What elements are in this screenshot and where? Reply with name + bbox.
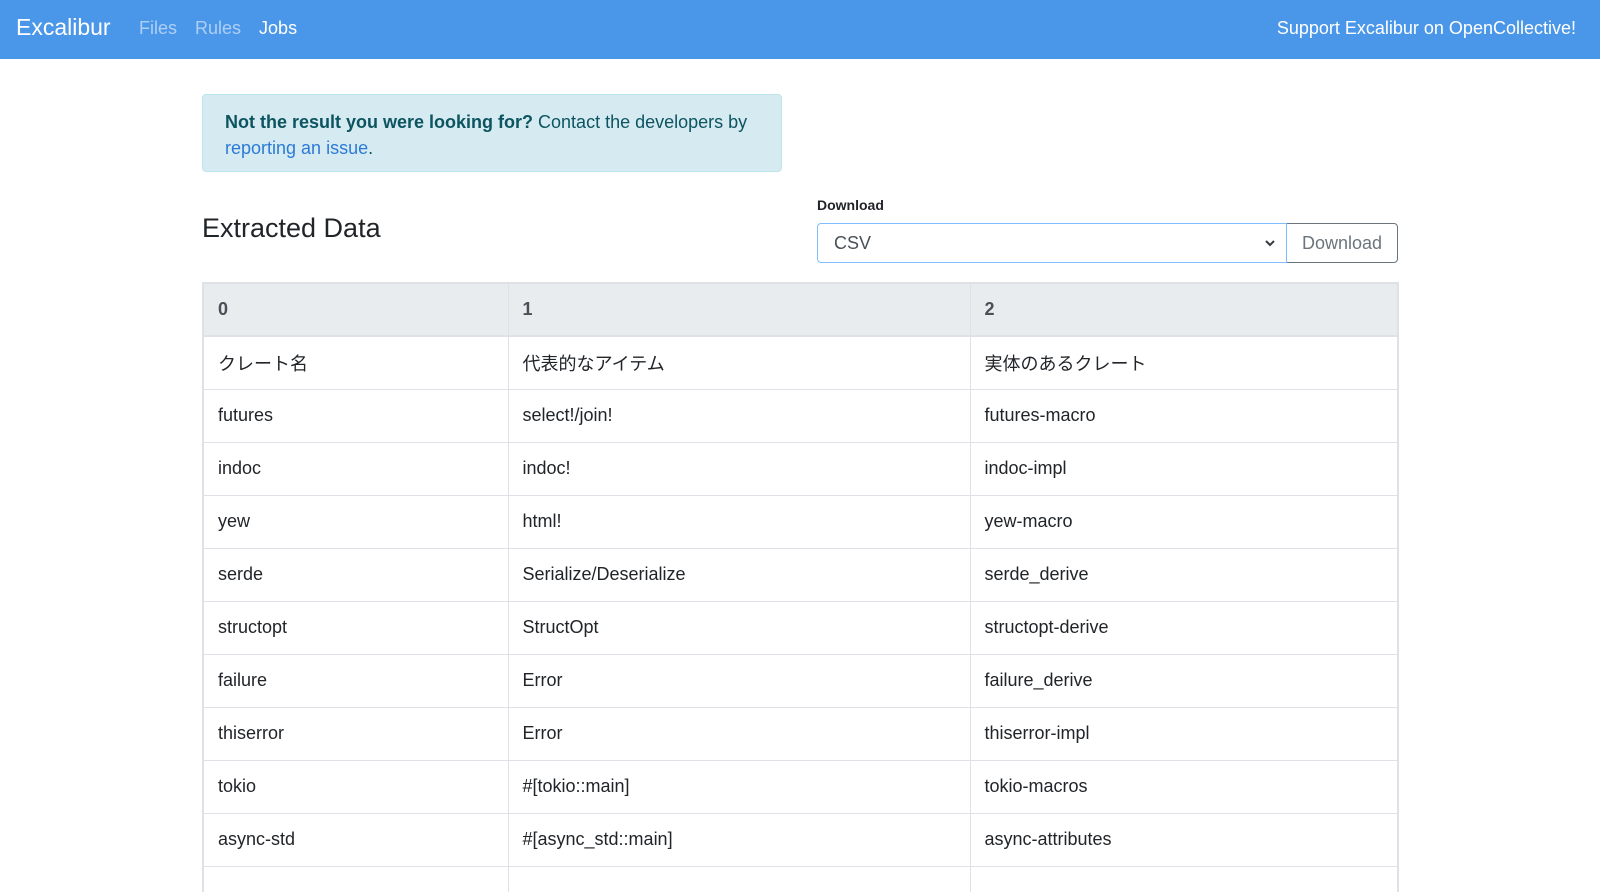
column-header: 0: [204, 284, 509, 337]
table-cell: #[tokio::main]: [508, 760, 971, 814]
column-header: 2: [970, 284, 1397, 337]
table-cell: failure_derive: [970, 654, 1397, 708]
table-cell: yew: [204, 495, 509, 549]
table-cell: async-attributes: [970, 813, 1397, 867]
top-navbar: Excalibur Files Rules Jobs Support Excal…: [0, 0, 1600, 59]
chevron-down-icon: [1265, 240, 1275, 247]
format-select[interactable]: CSV: [817, 223, 1287, 263]
table-row: クレート名 代表的なアイテム 実体のあるクレート: [204, 336, 1397, 390]
table-row: tokio #[tokio::main] tokio-macros: [204, 760, 1397, 814]
nav-links: Files Rules Jobs: [139, 18, 297, 39]
table-cell: #[async_std::main]: [508, 813, 971, 867]
table-cell: futures-macro: [970, 389, 1397, 443]
table-cell: futures: [204, 389, 509, 443]
alert-text: Contact the developers by: [533, 112, 748, 132]
table-cell: async-std: [204, 813, 509, 867]
alert-heading: Not the result you were looking for?: [225, 112, 534, 132]
table-cell: Error: [508, 654, 971, 708]
table-cell: [970, 866, 1397, 892]
alert-text-end: .: [368, 138, 374, 158]
format-select-value: CSV: [834, 232, 872, 253]
table-cell: thiserror-impl: [970, 707, 1397, 761]
nav-link-jobs[interactable]: Jobs: [259, 18, 297, 39]
table-cell: Serialize/Deserialize: [508, 548, 971, 602]
table-row: structopt StructOpt structopt-derive: [204, 601, 1397, 655]
table-row: yew html! yew-macro: [204, 495, 1397, 549]
info-alert: Not the result you were looking for? Con…: [202, 94, 782, 172]
report-issue-link[interactable]: reporting an issue: [225, 138, 368, 158]
table-cell: structopt: [204, 601, 509, 655]
table-row: thiserror Error thiserror-impl: [204, 707, 1397, 761]
table-cell: [204, 866, 509, 892]
table-cell: indoc-impl: [970, 442, 1397, 496]
nav-link-rules[interactable]: Rules: [195, 18, 241, 39]
table-cell: yew-macro: [970, 495, 1397, 549]
table-row: [204, 866, 1397, 892]
table-cell: [508, 866, 971, 892]
extracted-data-table: 0 1 2 クレート名 代表的なアイテム 実体のあるクレート futures s…: [202, 282, 1399, 892]
table-row: futures select!/join! futures-macro: [204, 389, 1397, 443]
support-opencollective-link[interactable]: Support Excalibur on OpenCollective!: [1277, 18, 1576, 39]
table-row: failure Error failure_derive: [204, 654, 1397, 708]
table-cell: indoc!: [508, 442, 971, 496]
brand-logo-link[interactable]: Excalibur: [16, 14, 111, 41]
table-cell: structopt-derive: [970, 601, 1397, 655]
table-cell: Error: [508, 707, 971, 761]
download-group: CSV Download: [817, 223, 1398, 263]
table-cell: indoc: [204, 442, 509, 496]
table-cell: tokio-macros: [970, 760, 1397, 814]
table-cell: html!: [508, 495, 971, 549]
table-header-row: 0 1 2: [204, 284, 1397, 337]
table-cell: 実体のあるクレート: [970, 336, 1397, 390]
table-row: async-std #[async_std::main] async-attri…: [204, 813, 1397, 867]
table-cell: 代表的なアイテム: [508, 336, 971, 390]
table-cell: serde_derive: [970, 548, 1397, 602]
table-row: serde Serialize/Deserialize serde_derive: [204, 548, 1397, 602]
table-row: indoc indoc! indoc-impl: [204, 442, 1397, 496]
nav-link-files[interactable]: Files: [139, 18, 177, 39]
download-label: Download: [817, 197, 884, 213]
table-cell: tokio: [204, 760, 509, 814]
table-cell: select!/join!: [508, 389, 971, 443]
table-cell: failure: [204, 654, 509, 708]
table-cell: serde: [204, 548, 509, 602]
download-button[interactable]: Download: [1286, 223, 1398, 263]
table-cell: thiserror: [204, 707, 509, 761]
page-title: Extracted Data: [202, 213, 381, 243]
table-cell: StructOpt: [508, 601, 971, 655]
column-header: 1: [508, 284, 971, 337]
table-cell: クレート名: [204, 336, 509, 390]
